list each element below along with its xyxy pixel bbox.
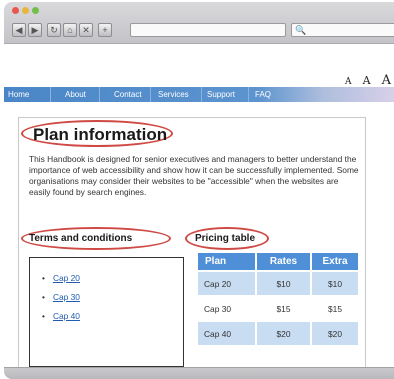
search-icon: 🔍 [295,25,307,35]
browser-window: ◀ ▶ ↻ ⌂ ✕ + 🔍 A A A Home About Contact S… [4,2,394,379]
nav-contact[interactable]: Contact [100,87,151,102]
reload-icon[interactable]: ↻ [47,23,61,37]
table-cell: Cap 20 [198,272,257,295]
nav-home[interactable]: Home [4,87,51,102]
stop-icon[interactable]: ✕ [79,23,93,37]
terms-links-box: • Cap 20 • Cap 30 • Cap 40 [29,257,184,367]
add-icon[interactable]: + [98,23,112,37]
table-cell: $10 [256,272,312,295]
list-item: • Cap 20 [42,273,80,283]
table-cell: $15 [256,297,312,320]
browser-toolbar: ◀ ▶ ↻ ⌂ ✕ + 🔍 [4,2,394,44]
terms-heading: Terms and conditions [29,233,133,244]
cap-30-link[interactable]: Cap 30 [53,292,80,302]
cap-20-link[interactable]: Cap 20 [53,273,80,283]
back-icon[interactable]: ◀ [12,23,26,37]
table-row: Cap 20 $10 $10 [198,272,360,295]
close-window-button[interactable] [12,7,19,14]
address-bar[interactable] [130,23,286,37]
nav-services[interactable]: Services [151,87,202,102]
text-size-large-button[interactable]: A [382,73,392,88]
nav-buttons: ◀ ▶ ↻ ⌂ ✕ + [12,23,112,37]
home-icon[interactable]: ⌂ [63,23,77,37]
zoom-window-button[interactable] [32,7,39,14]
table-cell: $20 [256,322,312,345]
column-header-extra: Extra [311,253,360,270]
window-controls [12,7,39,14]
table-header-row: Plan Rates Extra [198,253,360,270]
pricing-table: Plan Rates Extra Cap 20 $10 $10 Cap 30 $… [198,253,360,345]
nav-support[interactable]: Support [202,87,249,102]
table-row: Cap 30 $15 $15 [198,297,360,320]
page-title: Plan information [33,125,168,144]
main-content: Plan information This Handbook is design… [18,117,366,377]
column-header-plan: Plan [198,253,257,270]
browser-status-bar [4,367,394,379]
table-cell: $10 [311,272,360,295]
text-size-small-button[interactable]: A [345,77,353,87]
text-size-medium-button[interactable]: A [363,74,372,87]
cap-40-link[interactable]: Cap 40 [53,311,80,321]
main-nav: Home About Contact Services Support FAQ [4,87,394,102]
text-size-controls: A A A [341,69,392,88]
pricing-heading: Pricing table [195,233,256,244]
search-input[interactable]: 🔍 [291,23,394,37]
column-header-rates: Rates [256,253,312,270]
table-cell: $15 [311,297,360,320]
intro-paragraph: This Handbook is designed for senior exe… [29,154,359,197]
table-cell: Cap 40 [198,322,257,345]
list-item: • Cap 40 [42,311,80,321]
nav-about[interactable]: About [51,87,100,102]
list-item: • Cap 30 [42,292,80,302]
forward-icon[interactable]: ▶ [28,23,42,37]
web-page: A A A Home About Contact Services Suppor… [4,44,394,377]
table-row: Cap 40 $20 $20 [198,322,360,345]
terms-link-list: • Cap 20 • Cap 30 • Cap 40 [42,269,80,326]
minimize-window-button[interactable] [22,7,29,14]
table-cell: Cap 30 [198,297,257,320]
table-cell: $20 [311,322,360,345]
nav-faq[interactable]: FAQ [249,87,279,102]
